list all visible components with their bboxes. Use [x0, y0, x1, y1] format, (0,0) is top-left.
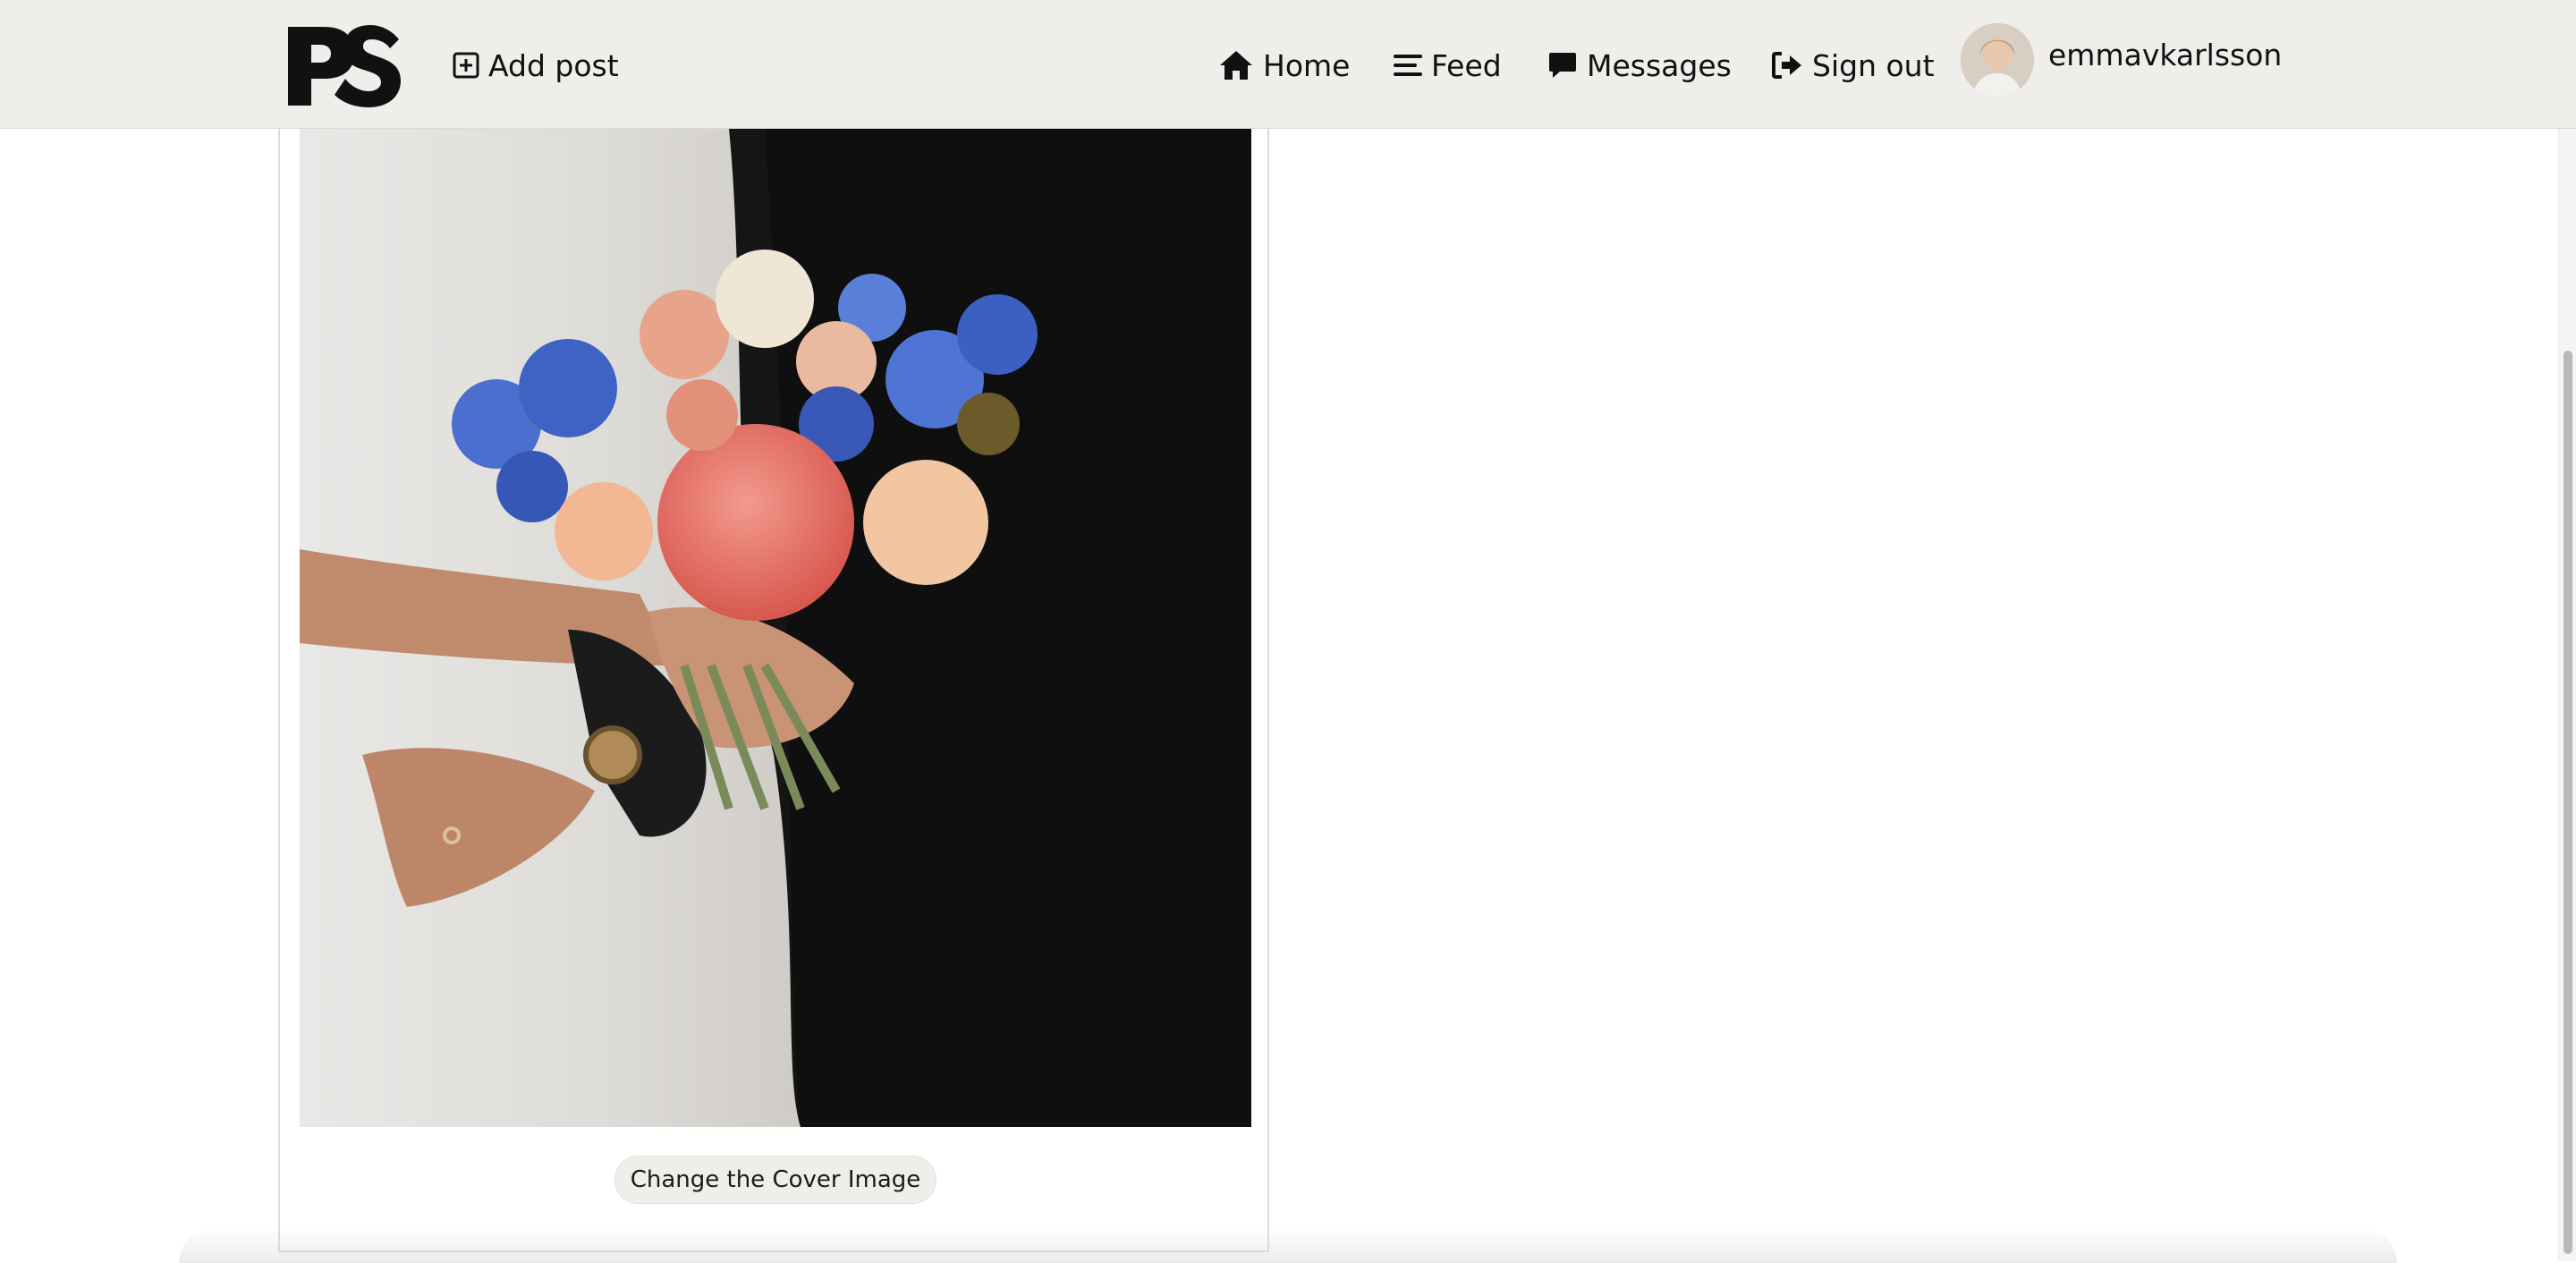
profile-card: Change the Cover Image — [278, 129, 1269, 1252]
nav-sign-out-label: Sign out — [1812, 47, 1935, 83]
nav-feed-label: Feed — [1431, 47, 1502, 83]
site-logo[interactable] — [288, 23, 402, 107]
change-cover-button[interactable]: Change the Cover Image — [614, 1156, 936, 1204]
username[interactable]: emmavkarlsson — [2048, 38, 2282, 72]
add-post-label: Add post — [488, 47, 619, 83]
nav-home[interactable]: Home — [1218, 39, 1350, 91]
page-scrollbar-thumb[interactable] — [2563, 351, 2572, 1254]
cover-image — [300, 129, 1251, 1127]
sign-out-icon — [1772, 52, 1801, 79]
nav-sign-out[interactable]: Sign out — [1771, 39, 1935, 91]
add-post-link[interactable]: Add post — [453, 39, 619, 91]
top-navbar: Add post Home Feed Messages Sign out emm… — [0, 0, 2576, 129]
user-avatar[interactable] — [1961, 23, 2034, 97]
messages-icon — [1549, 53, 1576, 78]
add-post-icon — [453, 52, 479, 79]
feed-icon — [1394, 55, 1422, 76]
nav-home-label: Home — [1263, 47, 1351, 83]
nav-messages-label: Messages — [1587, 47, 1732, 83]
nav-messages[interactable]: Messages — [1547, 39, 1732, 91]
nav-feed[interactable]: Feed — [1394, 39, 1502, 91]
home-icon — [1220, 51, 1252, 80]
